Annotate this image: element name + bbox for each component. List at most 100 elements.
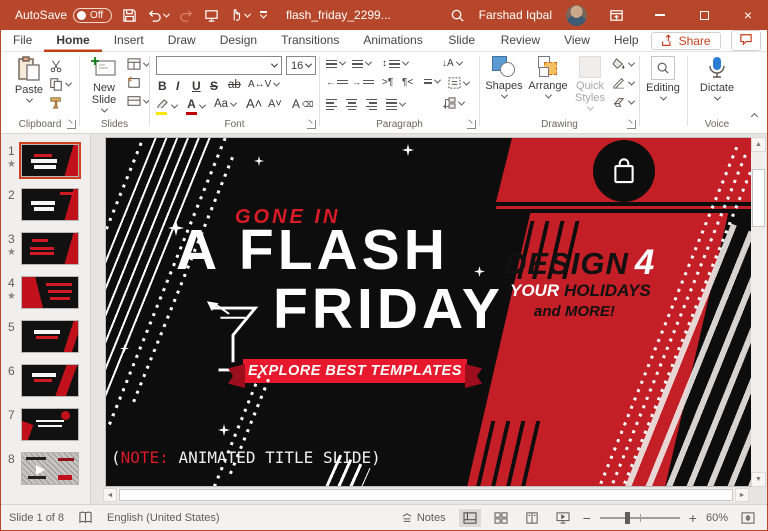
zoom-out-button[interactable]: − bbox=[583, 513, 591, 523]
slide-layout-button[interactable] bbox=[127, 58, 149, 70]
save-button[interactable] bbox=[122, 8, 137, 23]
close-button[interactable]: × bbox=[733, 0, 763, 30]
zoom-in-button[interactable]: + bbox=[689, 513, 697, 523]
comments-button[interactable] bbox=[731, 30, 761, 51]
ribbon-display-options-button[interactable] bbox=[601, 0, 631, 30]
font-name-combo[interactable] bbox=[156, 56, 282, 75]
shape-outline-button[interactable] bbox=[612, 77, 634, 89]
bullets-button[interactable] bbox=[326, 58, 345, 70]
convert-to-smartart-button[interactable] bbox=[442, 97, 464, 109]
zoom-slider-thumb[interactable] bbox=[625, 512, 630, 524]
font-size-combo[interactable]: 16 bbox=[286, 56, 316, 75]
font-color-button[interactable]: A bbox=[186, 97, 205, 115]
notes-button[interactable]: Notes bbox=[397, 509, 450, 527]
tab-home[interactable]: Home bbox=[44, 30, 101, 52]
justify-button[interactable] bbox=[386, 97, 405, 112]
autosave-toggle[interactable]: Off bbox=[73, 8, 112, 23]
tab-draw[interactable]: Draw bbox=[156, 30, 208, 52]
slide-thumbnail-2[interactable] bbox=[21, 188, 79, 221]
normal-view-button[interactable] bbox=[459, 509, 481, 527]
format-painter-button[interactable] bbox=[49, 96, 63, 110]
zoom-level[interactable]: 60% bbox=[706, 512, 728, 524]
autosave-control[interactable]: AutoSave Off bbox=[15, 8, 112, 23]
tab-transitions[interactable]: Transitions bbox=[269, 30, 351, 52]
tab-animations[interactable]: Animations bbox=[351, 30, 434, 52]
slide-thumbnail-1[interactable] bbox=[21, 144, 79, 177]
language-indicator[interactable]: English (United States) bbox=[107, 512, 220, 524]
bold-button[interactable]: B bbox=[158, 79, 167, 93]
numbering-button[interactable] bbox=[352, 58, 371, 70]
character-spacing-button[interactable]: A↔V bbox=[248, 79, 279, 90]
font-dialog-launcher[interactable] bbox=[307, 120, 316, 129]
slide-thumbnail-7[interactable] bbox=[21, 408, 79, 441]
quick-styles-button-disabled[interactable]: Quick Styles bbox=[568, 56, 612, 111]
clipboard-dialog-launcher[interactable] bbox=[67, 120, 76, 129]
horizontal-scroll-thumb[interactable] bbox=[119, 489, 733, 501]
user-avatar[interactable] bbox=[566, 5, 587, 26]
decrease-indent-button[interactable]: ← bbox=[326, 77, 348, 87]
customize-quick-access-button[interactable] bbox=[260, 11, 267, 18]
search-button[interactable] bbox=[450, 8, 465, 23]
increase-indent-button[interactable]: → bbox=[352, 77, 374, 87]
align-right-button[interactable] bbox=[366, 97, 377, 112]
align-text-button[interactable] bbox=[448, 77, 469, 89]
horizontal-scrollbar[interactable]: ◄ ► bbox=[103, 488, 749, 502]
arrange-button[interactable]: Arrange bbox=[526, 56, 570, 99]
reading-view-button[interactable] bbox=[521, 509, 543, 527]
vertical-scroll-thumb[interactable] bbox=[752, 169, 765, 227]
slide-thumbnail-8[interactable] bbox=[21, 452, 79, 485]
slide-thumbnail-6[interactable] bbox=[21, 364, 79, 397]
tab-design[interactable]: Design bbox=[208, 30, 269, 52]
new-slide-button[interactable]: New Slide bbox=[82, 56, 126, 113]
copy-button[interactable] bbox=[49, 77, 71, 91]
ltr-direction-button[interactable]: >¶ bbox=[382, 77, 393, 88]
section-button[interactable] bbox=[127, 95, 149, 107]
share-button[interactable]: Share bbox=[651, 32, 721, 50]
start-slideshow-button[interactable] bbox=[204, 8, 219, 23]
undo-button[interactable] bbox=[147, 8, 169, 23]
paste-button[interactable]: Paste bbox=[7, 56, 51, 103]
italic-button[interactable]: I bbox=[176, 79, 179, 93]
fit-slide-to-window-button[interactable] bbox=[737, 509, 759, 527]
scroll-up-button[interactable]: ▲ bbox=[751, 137, 766, 152]
underline-button[interactable]: U bbox=[192, 79, 201, 93]
shapes-button[interactable]: Shapes bbox=[482, 56, 526, 99]
dictate-button[interactable]: Dictate bbox=[695, 56, 739, 101]
tab-help[interactable]: Help bbox=[602, 30, 651, 52]
minimize-button[interactable] bbox=[645, 0, 675, 30]
editing-button[interactable]: Editing bbox=[641, 56, 685, 101]
change-case-button[interactable]: Aa bbox=[214, 98, 236, 110]
slide-show-button[interactable] bbox=[552, 509, 574, 527]
tab-view[interactable]: View bbox=[552, 30, 602, 52]
align-center-button[interactable] bbox=[346, 97, 357, 112]
shape-effects-button[interactable] bbox=[612, 96, 634, 108]
zoom-slider[interactable] bbox=[600, 517, 680, 519]
restore-button[interactable] bbox=[689, 0, 719, 30]
tab-insert[interactable]: Insert bbox=[102, 30, 156, 52]
text-direction-button[interactable]: ↓A bbox=[442, 58, 462, 69]
slide-thumbnail-3[interactable] bbox=[21, 232, 79, 265]
slide-canvas[interactable]: ★ ★ GONE I bbox=[106, 138, 751, 486]
vertical-scrollbar[interactable]: ▲ ▼ bbox=[751, 137, 766, 487]
rtl-direction-button[interactable]: ¶< bbox=[402, 77, 413, 88]
shrink-font-button[interactable]: A˅ bbox=[268, 98, 282, 110]
columns-button[interactable] bbox=[424, 77, 440, 86]
drawing-dialog-launcher[interactable] bbox=[627, 120, 636, 129]
spellcheck-book-icon[interactable] bbox=[78, 511, 93, 524]
shape-fill-button[interactable] bbox=[612, 58, 634, 70]
tab-review[interactable]: Review bbox=[489, 30, 552, 52]
slide-thumbnail-4[interactable] bbox=[21, 276, 79, 309]
tab-file[interactable]: File bbox=[1, 30, 44, 52]
redo-button-disabled[interactable] bbox=[179, 8, 194, 23]
touch-mouse-mode-button[interactable] bbox=[229, 8, 250, 22]
tab-slide-show[interactable]: Slide Show bbox=[435, 30, 489, 52]
align-left-button[interactable] bbox=[326, 97, 337, 112]
highlight-color-button[interactable] bbox=[156, 98, 177, 115]
cut-button[interactable] bbox=[49, 59, 63, 73]
strikethrough-button[interactable]: S bbox=[210, 79, 218, 93]
slide-sorter-view-button[interactable] bbox=[490, 509, 512, 527]
text-shadow-button[interactable]: ab bbox=[228, 79, 241, 91]
grow-font-button[interactable]: A˄ bbox=[246, 96, 262, 111]
reset-slide-button[interactable] bbox=[127, 76, 141, 89]
slide-thumbnail-5[interactable] bbox=[21, 320, 79, 353]
